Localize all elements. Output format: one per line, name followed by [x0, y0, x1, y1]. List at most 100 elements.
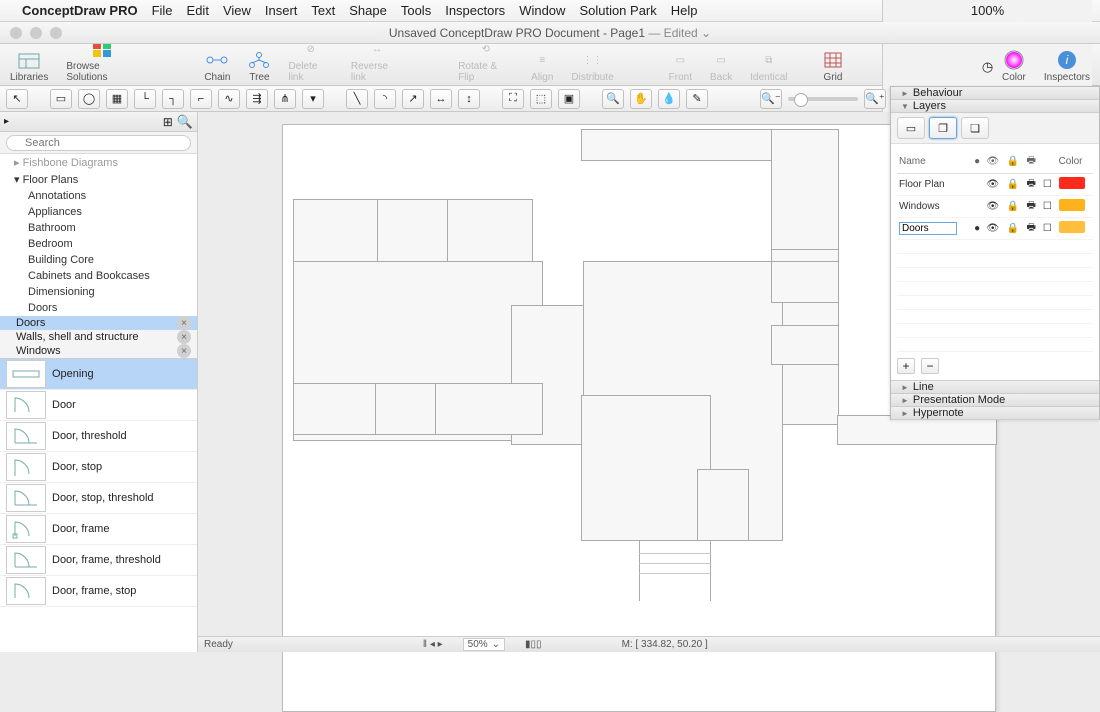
shape-door-frame[interactable]: Door, frame [0, 514, 197, 545]
connector-s-tool[interactable]: ∿ [218, 89, 240, 109]
close-lib-windows[interactable]: × [177, 344, 191, 358]
menu-help[interactable]: Help [671, 3, 698, 18]
eyedrop-tool[interactable]: 💧 [658, 89, 680, 109]
open-lib-windows[interactable]: Windows× [0, 344, 197, 358]
menu-insert[interactable]: Insert [265, 3, 298, 18]
close-lib-doors[interactable]: × [177, 316, 191, 330]
zoom-in-icon[interactable]: 🔍 [602, 89, 624, 109]
shape-door-frame-stop[interactable]: Door, frame, stop [0, 576, 197, 607]
dim-v-tool[interactable]: ↕ [458, 89, 480, 109]
page-tabs[interactable]: ▮▯▯ [525, 639, 542, 650]
layer-row-windows[interactable]: Windows 👁🔒🖶☐ [897, 196, 1093, 218]
tb-browse-solutions[interactable]: Browse Solutions [66, 38, 139, 83]
tb-inspectors[interactable]: iInspectors [1044, 49, 1090, 83]
connector-step-tool[interactable]: ⌐ [190, 89, 212, 109]
connector-corner-tool[interactable]: └ [134, 89, 156, 109]
menu-window[interactable]: Window [519, 3, 565, 18]
tb-tree[interactable]: Tree [248, 49, 270, 83]
menu-shape[interactable]: Shape [349, 3, 387, 18]
layer-doors-swatch[interactable] [1059, 221, 1085, 233]
app-name[interactable]: ConceptDraw PRO [22, 3, 138, 18]
close-window-button[interactable] [10, 27, 22, 39]
zoom-field[interactable]: 50% ⌄ [463, 638, 505, 651]
menu-text[interactable]: Text [311, 3, 335, 18]
panel-layers[interactable]: Layers [891, 100, 1099, 113]
zoom-window-button[interactable] [50, 27, 62, 39]
layer-row-doors[interactable]: ●👁🔒🖶☐ [897, 218, 1093, 240]
clock-icon[interactable]: ◷ [982, 59, 993, 75]
shape-door-frame-threshold[interactable]: Door, frame, threshold [0, 545, 197, 576]
arc-tool[interactable]: ◝ [374, 89, 396, 109]
group-tool[interactable]: ▦ [106, 89, 128, 109]
floor-plan[interactable] [283, 125, 995, 711]
view-grid-icon[interactable]: ⊞ [163, 115, 173, 129]
tb-chain[interactable]: Chain [204, 49, 230, 83]
rect-tool[interactable]: ▭ [50, 89, 72, 109]
chevron-down-icon[interactable]: ⌄ [701, 26, 711, 40]
layer-tab-single[interactable]: ▭ [897, 117, 925, 139]
tb-libraries[interactable]: Libraries [10, 49, 48, 83]
panel-line[interactable]: Line [891, 381, 1099, 394]
layer-floorplan-swatch[interactable] [1059, 177, 1085, 189]
tree-floor-plans[interactable]: ▾ Floor Plans [0, 171, 197, 188]
polyline-tool[interactable]: ↗ [402, 89, 424, 109]
menu-file[interactable]: File [152, 3, 173, 18]
tb-grid[interactable]: Grid [823, 49, 842, 83]
layer-windows-swatch[interactable] [1059, 199, 1085, 211]
add-layer-button[interactable]: + [897, 358, 915, 374]
library-search-input[interactable] [6, 135, 191, 151]
layer-doors-name-input[interactable] [899, 222, 957, 235]
layer-tab-stack[interactable]: ❐ [929, 117, 957, 139]
tree-annotations[interactable]: Annotations [0, 188, 197, 204]
tb-color[interactable]: Color [1002, 49, 1026, 83]
panel-presentation[interactable]: Presentation Mode [891, 394, 1099, 407]
minimize-window-button[interactable] [30, 27, 42, 39]
shape-door-threshold[interactable]: Door, threshold [0, 421, 197, 452]
zoom-width-tool[interactable]: ⬚ [530, 89, 552, 109]
zoom-page-tool[interactable]: ▣ [558, 89, 580, 109]
menu-inspectors[interactable]: Inspectors [445, 3, 505, 18]
shape-door-stop-threshold[interactable]: Door, stop, threshold [0, 483, 197, 514]
tree-appliances[interactable]: Appliances [0, 204, 197, 220]
pointer-tool[interactable]: ↖ [6, 89, 28, 109]
tree-bedroom[interactable]: Bedroom [0, 236, 197, 252]
pan-tool[interactable]: ✋ [630, 89, 652, 109]
ellipse-tool[interactable]: ◯ [78, 89, 100, 109]
connector-l-tool[interactable]: ┐ [162, 89, 184, 109]
dim-h-tool[interactable]: ↔ [430, 89, 452, 109]
drawing-sheet[interactable] [282, 124, 996, 712]
line-tool[interactable]: ╲ [346, 89, 368, 109]
zoom-fit-tool[interactable]: ⛶ [502, 89, 524, 109]
search-toggle-icon[interactable]: 🔍 [177, 114, 193, 130]
menu-view[interactable]: View [223, 3, 251, 18]
open-lib-doors[interactable]: Doors× [0, 316, 197, 330]
open-lib-walls[interactable]: Walls, shell and structure× [0, 330, 197, 344]
tree-cabinets[interactable]: Cabinets and Bookcases [0, 268, 197, 284]
tree-fishbone[interactable]: ▸ Fishbone Diagrams [0, 154, 197, 171]
menu-edit[interactable]: Edit [187, 3, 209, 18]
panel-hypernote[interactable]: Hypernote [891, 407, 1099, 420]
tb-rotate-flip: ⟲Rotate & Flip [458, 38, 513, 83]
menu-solution-park[interactable]: Solution Park [579, 3, 656, 18]
connector-multi-tool[interactable]: ⇶ [246, 89, 268, 109]
library-collapse-icon[interactable]: ▸ [4, 116, 9, 127]
zoom-in-button[interactable]: 🔍⁺ [864, 89, 886, 109]
tree-building-core[interactable]: Building Core [0, 252, 197, 268]
tree-bathroom[interactable]: Bathroom [0, 220, 197, 236]
layer-tab-all[interactable]: ❏ [961, 117, 989, 139]
shape-door[interactable]: Door [0, 390, 197, 421]
menu-tools[interactable]: Tools [401, 3, 431, 18]
more-tool[interactable]: ▾ [302, 89, 324, 109]
shape-opening[interactable]: Opening [0, 359, 197, 390]
tree-doors[interactable]: Doors [0, 300, 197, 316]
connector-branch-tool[interactable]: ⋔ [274, 89, 296, 109]
panel-behaviour[interactable]: Behaviour [891, 87, 1099, 100]
layer-row-floorplan[interactable]: Floor Plan 👁🔒🖶☐ [897, 174, 1093, 196]
pencil-tool[interactable]: ✎ [686, 89, 708, 109]
remove-layer-button[interactable]: − [921, 358, 939, 374]
zoom-slider[interactable] [788, 97, 858, 101]
tree-dimensioning[interactable]: Dimensioning [0, 284, 197, 300]
close-lib-walls[interactable]: × [177, 330, 191, 344]
zoom-out-button[interactable]: 🔍⁻ [760, 89, 782, 109]
shape-door-stop[interactable]: Door, stop [0, 452, 197, 483]
